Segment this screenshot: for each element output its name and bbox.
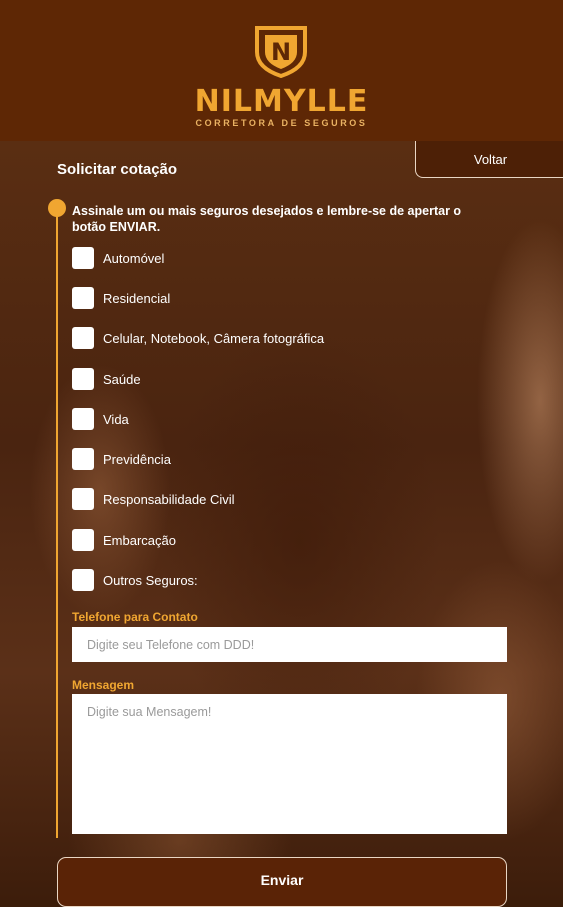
shield-n-icon: N: [255, 26, 307, 78]
option-label: Residencial: [103, 290, 171, 306]
logo-letter: N: [271, 38, 291, 66]
page-title: Solicitar cotação: [57, 161, 178, 178]
checkbox[interactable]: [72, 368, 94, 390]
option-previdencia[interactable]: Previdência: [72, 447, 171, 471]
timeline-line: [56, 210, 58, 838]
option-label: Automóvel: [103, 250, 165, 266]
phone-input[interactable]: [72, 627, 507, 662]
brand-name: NILMYLLE: [194, 84, 369, 119]
option-label: Outros Seguros:: [103, 572, 198, 588]
circle-dot-icon: [48, 199, 66, 217]
checkbox[interactable]: [72, 327, 94, 349]
brand-subtitle: CORRETORA DE SEGUROS: [195, 118, 368, 128]
option-saude[interactable]: Saúde: [72, 367, 141, 391]
option-label: Previdência: [103, 451, 171, 467]
option-automovel[interactable]: Automóvel: [72, 246, 164, 270]
checkbox[interactable]: [72, 287, 94, 309]
message-label: Mensagem: [72, 678, 135, 692]
checkbox[interactable]: [72, 529, 94, 551]
option-label: Responsabilidade Civil: [103, 491, 235, 507]
app-header: N NILMYLLE CORRETORA DE SEGUROS: [0, 0, 563, 141]
checkbox[interactable]: [72, 408, 94, 430]
option-outros-seguros[interactable]: Outros Seguros:: [72, 568, 198, 592]
option-embarcacao[interactable]: Embarcação: [72, 528, 176, 552]
checkbox[interactable]: [72, 569, 94, 591]
option-celular[interactable]: Celular, Notebook, Câmera fotográfica: [72, 326, 324, 350]
option-label: Saúde: [103, 371, 141, 387]
back-button[interactable]: Voltar: [415, 141, 563, 178]
checkbox[interactable]: [72, 448, 94, 470]
checkbox[interactable]: [72, 488, 94, 510]
phone-label: Telefone para Contato: [72, 610, 198, 624]
option-responsabilidade-civil[interactable]: Responsabilidade Civil: [72, 487, 235, 511]
checkbox[interactable]: [72, 247, 94, 269]
option-label: Vida: [103, 411, 129, 427]
option-label: Embarcação: [103, 532, 176, 548]
instructions-text: Assinale um ou mais seguros desejados e …: [72, 204, 462, 234]
message-textarea[interactable]: [72, 694, 507, 834]
option-residencial[interactable]: Residencial: [72, 286, 170, 310]
option-vida[interactable]: Vida: [72, 407, 129, 431]
option-label: Celular, Notebook, Câmera fotográfica: [103, 330, 325, 346]
